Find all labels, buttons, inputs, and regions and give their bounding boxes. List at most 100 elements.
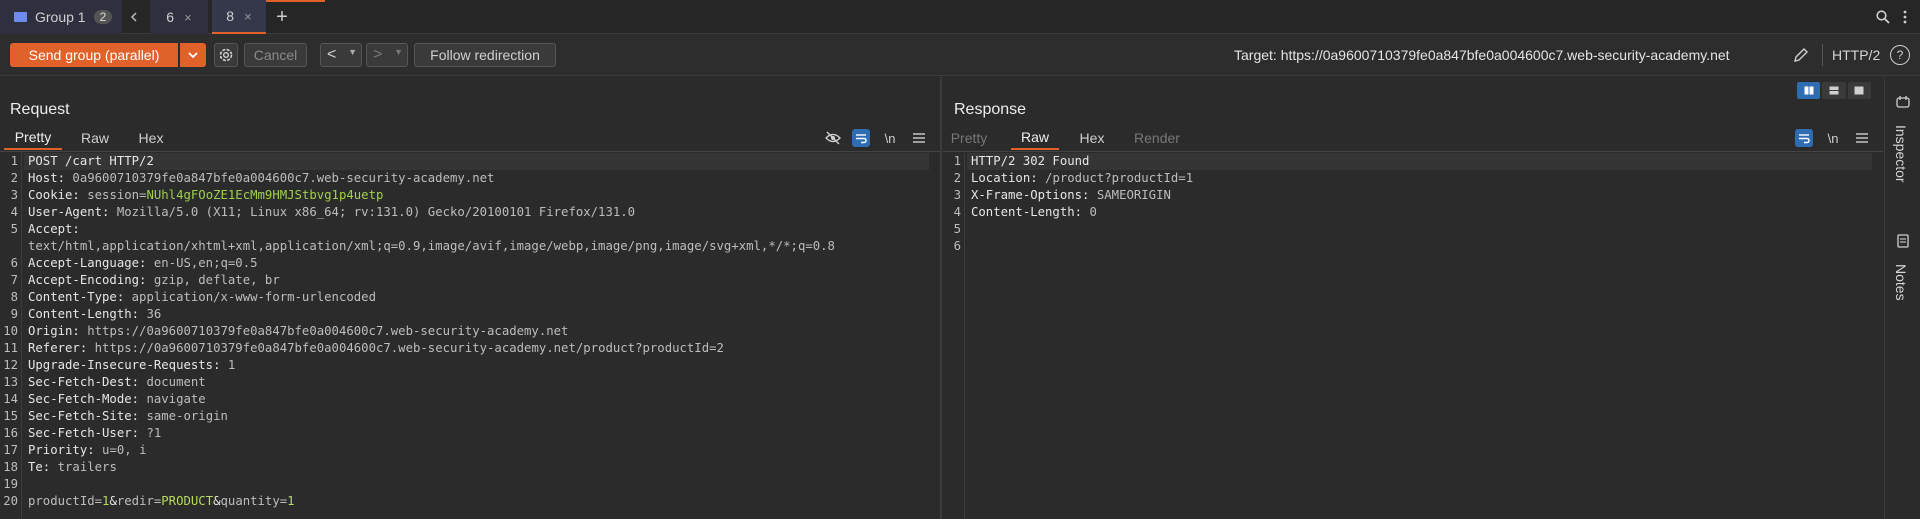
tab-8-label: 8: [226, 8, 235, 24]
line-number: 17: [3, 443, 18, 457]
close-icon[interactable]: ×: [244, 9, 252, 24]
menu-icon[interactable]: [910, 129, 928, 147]
tab-raw[interactable]: Raw: [70, 126, 120, 150]
target-label[interactable]: Target: https://0a9600710379fe0a847bfe0a…: [1234, 47, 1730, 63]
layout-stacked-icon[interactable]: [1822, 82, 1846, 99]
code-line[interactable]: Origin: https://0a9600710379fe0a847bfe0a…: [28, 323, 568, 340]
help-icon[interactable]: ?: [1890, 45, 1910, 65]
code-line[interactable]: Accept-Language: en-US,en;q=0.5: [28, 255, 258, 272]
code-line[interactable]: Priority: u=0, i: [28, 442, 146, 459]
header-name: Content-Type:: [28, 290, 132, 304]
code-line[interactable]: POST /cart HTTP/2: [28, 153, 154, 170]
http-version-label[interactable]: HTTP/2: [1832, 47, 1880, 63]
response-pane: Response Pretty Raw Hex Render \n 1 HTTP/…: [943, 77, 1883, 519]
code-line[interactable]: Cookie: session=NUhl4gFOoZE1EcMm9HMJStbv…: [28, 187, 383, 204]
search-icon[interactable]: [1874, 8, 1892, 26]
tab-hex[interactable]: Hex: [1069, 126, 1115, 150]
response-editor[interactable]: 1 HTTP/2 302 Found 2 Location: /product?pro…: [943, 153, 1883, 519]
newline-toggle[interactable]: \n: [880, 129, 900, 147]
code-line[interactable]: Sec-Fetch-User: ?1: [28, 425, 161, 442]
code-line[interactable]: Upgrade-Insecure-Requests: 1: [28, 357, 235, 374]
code-line[interactable]: Sec-Fetch-Site: same-origin: [28, 408, 228, 425]
header-name: Sec-Fetch-User:: [28, 426, 147, 440]
follow-redirection-button[interactable]: Follow redirection: [414, 43, 556, 67]
code-line[interactable]: Accept-Encoding: gzip, deflate, br: [28, 272, 280, 289]
line-number: 5: [953, 222, 961, 236]
line-number: 6: [953, 239, 961, 253]
header-value: session=NUhl4gFOoZE1EcMm9HMJStbvg1p4uetp: [87, 188, 384, 202]
more-vertical-icon[interactable]: [1900, 8, 1910, 26]
layout-side-by-side-icon[interactable]: [1797, 82, 1821, 99]
code-line[interactable]: X-Frame-Options: SAMEORIGIN: [971, 187, 1171, 204]
back-dropdown-icon[interactable]: ▼: [348, 47, 357, 57]
code-line[interactable]: Accept:: [28, 221, 80, 238]
menu-icon[interactable]: [1853, 129, 1871, 147]
line-number: 10: [3, 324, 18, 338]
newline-toggle[interactable]: \n: [1823, 129, 1843, 147]
code-line[interactable]: Content-Length: 36: [28, 306, 161, 323]
request-editor[interactable]: 1 POST /cart HTTP/2 2 Host: 0a9600710379fe0…: [0, 153, 940, 519]
header-name: Sec-Fetch-Mode:: [28, 392, 147, 406]
header-value: https://0a9600710379fe0a847bfe0a004600c7…: [94, 341, 724, 355]
line-number: 3: [10, 188, 18, 202]
wrap-lines-icon[interactable]: [852, 129, 870, 147]
chevron-down-icon: [188, 51, 198, 58]
tab-hex[interactable]: Hex: [126, 126, 176, 150]
tab-render[interactable]: Render: [1127, 126, 1187, 150]
header-value: en-US,en;q=0.5: [153, 256, 258, 270]
line-number: 1: [10, 154, 18, 168]
edit-target-pencil-icon[interactable]: [1790, 44, 1812, 66]
code-line[interactable]: Content-Type: application/x-www-form-url…: [28, 289, 376, 306]
wrap-lines-icon[interactable]: [1795, 129, 1813, 147]
inspector-tab[interactable]: Inspector: [1893, 125, 1909, 183]
code-line[interactable]: text/html,application/xhtml+xml,applicat…: [28, 238, 835, 255]
code-line[interactable]: productId=1&redir=PRODUCT&quantity=1: [28, 493, 295, 510]
collapse-group-button[interactable]: [126, 0, 142, 34]
code-line[interactable]: User-Agent: Mozilla/5.0 (X11; Linux x86_…: [28, 204, 635, 221]
settings-gear-icon[interactable]: [214, 43, 238, 67]
line-number: 9: [10, 307, 18, 321]
layout-single-icon[interactable]: [1847, 82, 1871, 99]
code-line[interactable]: Host: 0a9600710379fe0a847bfe0a004600c7.w…: [28, 170, 494, 187]
notes-icon[interactable]: [1894, 232, 1912, 250]
line-number: 19: [3, 477, 18, 491]
code-line[interactable]: Location: /product?productId=1: [971, 170, 1193, 187]
code-line[interactable]: Content-Length: 0: [971, 204, 1097, 221]
back-button[interactable]: < ▼: [320, 43, 362, 67]
notes-tab[interactable]: Notes: [1893, 264, 1909, 301]
tab-group-1[interactable]: Group 1 2: [0, 0, 122, 34]
forward-dropdown-icon[interactable]: ▼: [394, 47, 403, 57]
follow-label: Follow redirection: [430, 47, 540, 63]
add-tab-button[interactable]: +: [272, 0, 292, 34]
header-value: ?1: [146, 426, 162, 440]
code-line[interactable]: Sec-Fetch-Mode: navigate: [28, 391, 206, 408]
tab-raw[interactable]: Raw: [1011, 126, 1059, 150]
response-title: Response: [954, 101, 1027, 118]
tab-8[interactable]: 8 ×: [212, 0, 266, 34]
tab-pretty[interactable]: Pretty: [4, 126, 62, 150]
send-options-dropdown[interactable]: [180, 43, 206, 67]
tab-pretty[interactable]: Pretty: [943, 126, 995, 150]
cancel-button[interactable]: Cancel: [244, 43, 307, 67]
close-icon[interactable]: ×: [184, 10, 192, 25]
request-tabs: Pretty Raw Hex \n: [0, 126, 940, 152]
header-name: Content-Length:: [28, 307, 147, 321]
header-name: Origin:: [28, 324, 88, 338]
folder-icon: [14, 12, 27, 22]
hide-eye-icon[interactable]: [824, 129, 842, 147]
code-line[interactable]: Sec-Fetch-Dest: document: [28, 374, 206, 391]
line-number: 6: [10, 256, 18, 270]
inspector-icon[interactable]: [1894, 93, 1912, 111]
code-line[interactable]: HTTP/2 302 Found: [971, 153, 1089, 170]
code-line[interactable]: Referer: https://0a9600710379fe0a847bfe0…: [28, 340, 724, 357]
header-name: Content-Length:: [971, 205, 1090, 219]
tab-6[interactable]: 6 ×: [150, 0, 208, 34]
code-line[interactable]: Te: trailers: [28, 459, 117, 476]
forward-button[interactable]: > ▼: [366, 43, 408, 67]
cancel-label: Cancel: [253, 47, 298, 63]
request-pane: Request Pretty Raw Hex \n 1 POST /cart HT…: [0, 77, 940, 519]
pane-divider[interactable]: [940, 77, 942, 519]
send-group-button[interactable]: Send group (parallel): [10, 43, 178, 67]
header-name: Accept-Encoding:: [28, 273, 154, 287]
line-number: 3: [953, 188, 961, 202]
